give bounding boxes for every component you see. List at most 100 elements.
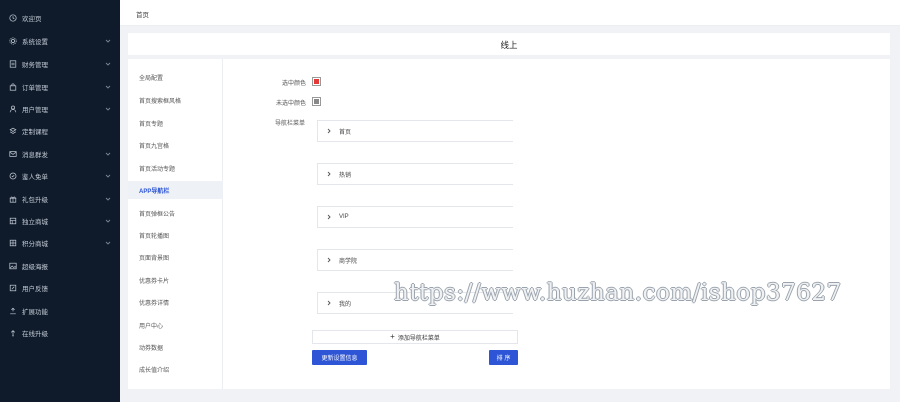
chevron-right-icon[interactable] [326, 300, 332, 306]
document-icon [9, 60, 17, 68]
chevron-right-icon[interactable] [326, 171, 332, 177]
badge-icon [9, 172, 17, 180]
settings-nav-item[interactable]: 首页专题 [128, 114, 223, 132]
settings-nav-item[interactable]: 首页弹框公告 [128, 204, 223, 222]
add-nav-item-label: 添加导航栏菜单 [397, 335, 440, 342]
chevron-down-icon [105, 151, 111, 157]
sidebar-item[interactable]: 订单管理 [0, 76, 120, 98]
user-icon [9, 105, 17, 113]
unselected-color-swatch [314, 99, 319, 104]
chevron-down-icon [105, 106, 111, 112]
edit-icon [9, 284, 17, 292]
sidebar-item[interactable]: 消息群发 [0, 143, 120, 165]
sidebar-item[interactable]: 在线升级 [0, 322, 120, 344]
sidebar-item[interactable]: 扩展功能 [0, 300, 120, 322]
sidebar-item-label: 在线升级 [22, 331, 48, 338]
nav-menu-item-label: 商学院 [339, 258, 358, 265]
plus-icon: + [390, 332, 395, 341]
chevron-right-icon[interactable] [326, 257, 332, 263]
nav-menu-item[interactable]: VIP [317, 206, 513, 228]
unselected-color-picker[interactable] [312, 97, 321, 106]
sidebar-item-label: 鉴人免单 [22, 174, 48, 181]
sidebar: 欢迎页系统设置财务管理订单管理用户管理定制课程消息群发鉴人免单礼包升级独立商城积… [0, 0, 120, 402]
chevron-down-icon [105, 61, 111, 67]
chevron-down-icon [105, 173, 111, 179]
clock-icon [9, 14, 17, 22]
sidebar-item[interactable]: 超级海报 [0, 255, 120, 277]
sidebar-item[interactable]: 欢迎页 [0, 7, 120, 29]
chevron-down-icon [105, 218, 111, 224]
page-title: 线上 [500, 40, 518, 50]
breadcrumb[interactable]: 首页 [136, 9, 149, 19]
selected-color-label: 选中颜色 [282, 81, 307, 87]
gear-icon [9, 37, 17, 45]
nav-menu-item[interactable]: 热销 [317, 163, 513, 185]
sidebar-item[interactable]: 礼包升级 [0, 188, 120, 210]
nav-menu-item-label: 热销 [339, 172, 352, 179]
selected-color-picker[interactable] [312, 77, 321, 86]
sidebar-item-label: 扩展功能 [22, 309, 48, 316]
settings-nav-item[interactable]: 优惠券详情 [128, 293, 223, 311]
nav-menu-label: 导航栏菜单 [275, 121, 306, 127]
chevron-down-icon [105, 84, 111, 90]
chevron-down-icon [105, 240, 111, 246]
save-settings-button[interactable]: 更新设置信息 [312, 350, 367, 365]
sidebar-item-label: 订单管理 [22, 85, 48, 92]
nav-menu-item-label: VIP [339, 214, 349, 220]
nav-menu-item-label: 我的 [339, 301, 352, 308]
top-bar: 首页 [120, 0, 900, 26]
chevron-right-icon[interactable] [326, 128, 332, 134]
upload-icon [9, 329, 17, 337]
sidebar-item-label: 用户管理 [22, 107, 48, 114]
image-icon [9, 262, 17, 270]
sidebar-item-label: 消息群发 [22, 152, 48, 159]
settings-nav-item[interactable]: 动券数据 [128, 338, 223, 356]
title-bar: 线上 [128, 33, 890, 55]
sidebar-item[interactable]: 鉴人免单 [0, 165, 120, 187]
sidebar-item[interactable]: 财务管理 [0, 53, 120, 75]
grid-icon [9, 239, 17, 247]
settings-nav-item[interactable]: 成长值介绍 [128, 360, 223, 378]
settings-nav-item[interactable]: 优惠券卡片 [128, 271, 223, 289]
bag-icon [9, 83, 17, 91]
sidebar-item-label: 财务管理 [22, 62, 48, 69]
settings-nav-item[interactable]: 首页轮播图 [128, 226, 223, 244]
nav-menu-item-label: 首页 [339, 129, 352, 136]
store-icon [9, 217, 17, 225]
settings-nav-item[interactable]: 全局配置 [128, 68, 223, 86]
unselected-color-label: 未选中颜色 [276, 101, 307, 107]
chevron-down-icon [105, 196, 111, 202]
sidebar-item-label: 系统设置 [22, 39, 48, 46]
sidebar-item[interactable]: 用户反馈 [0, 277, 120, 299]
mail-icon [9, 150, 17, 158]
layers-icon [9, 127, 17, 135]
sidebar-item[interactable]: 积分商城 [0, 232, 120, 254]
selected-color-swatch [314, 79, 319, 84]
settings-nav-item[interactable]: 首页搜索框风格 [128, 91, 223, 109]
sidebar-item-label: 礼包升级 [22, 197, 48, 204]
settings-nav-item[interactable]: 页面背景图 [128, 248, 223, 266]
sidebar-item[interactable]: 定制课程 [0, 120, 120, 142]
chevron-right-icon[interactable] [326, 214, 332, 220]
sidebar-item-label: 欢迎页 [22, 16, 42, 23]
settings-nav-item[interactable]: 首页活动专题 [128, 159, 223, 177]
sidebar-item-label: 积分商城 [22, 241, 48, 248]
nav-menu-item[interactable]: 首页 [317, 120, 513, 142]
sidebar-item-label: 用户反馈 [22, 286, 48, 293]
chevron-down-icon [105, 38, 111, 44]
sidebar-item[interactable]: 系统设置 [0, 30, 120, 52]
sidebar-item[interactable]: 用户管理 [0, 98, 120, 120]
nav-menu-item[interactable]: 商学院 [317, 249, 513, 271]
settings-nav-item[interactable]: 用户中心 [128, 316, 223, 334]
gift-icon [9, 195, 17, 203]
sidebar-item[interactable]: 独立商城 [0, 210, 120, 232]
sort-button[interactable]: 排 序 [489, 350, 518, 365]
extend-icon [9, 307, 17, 315]
settings-nav-item[interactable]: 首页九宫格 [128, 136, 223, 154]
settings-nav: 全局配置首页搜索框风格 首页专题首页九宫格首页活动专题 APP导航栏 首页弹框公告 首页… [128, 59, 223, 389]
settings-nav-item[interactable]: APP导航栏 [128, 181, 223, 199]
add-nav-item-button[interactable]: + 添加导航栏菜单 [312, 330, 518, 344]
watermark: https://www.huzhan.com/ishop37627 [394, 280, 842, 306]
sidebar-item-label: 超级海报 [22, 264, 48, 271]
sidebar-item-label: 定制课程 [22, 129, 48, 136]
